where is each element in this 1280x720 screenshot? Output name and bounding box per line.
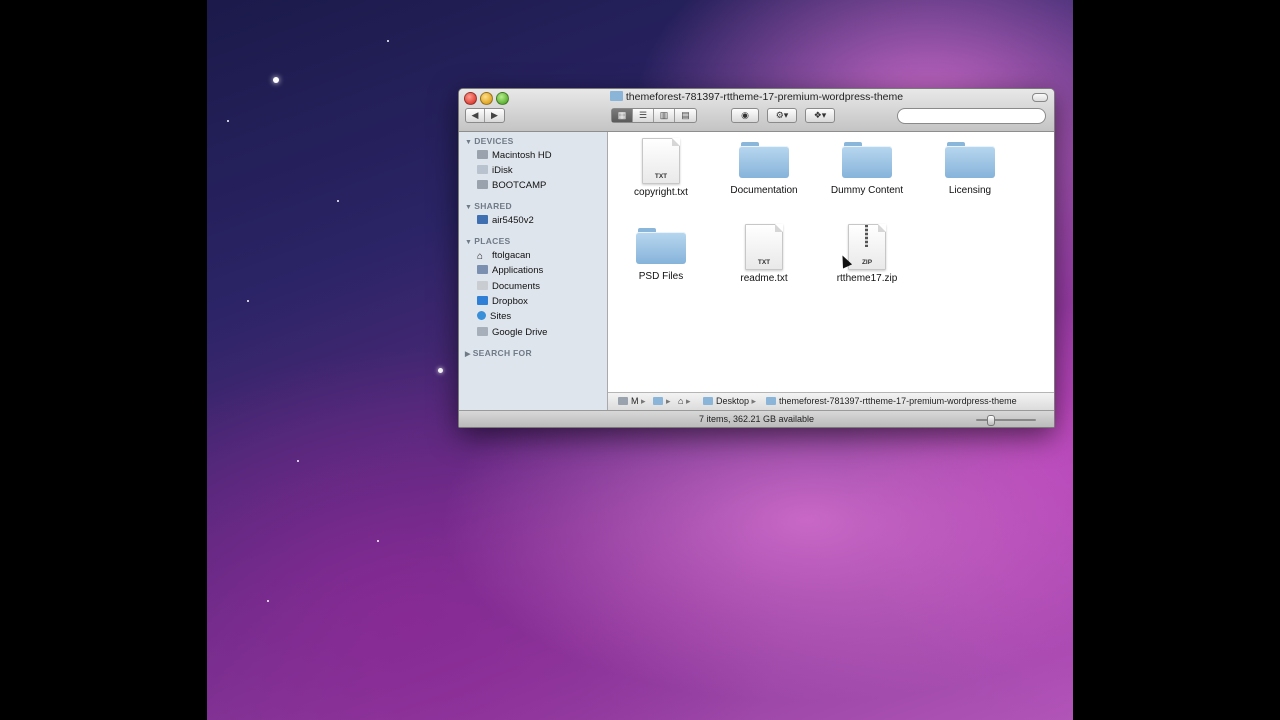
grid-icon: ▦ [617,110,627,120]
file-icon-view: TXT copyright.txt Documentation Dummy Co… [608,132,1054,392]
sidebar-item-google-drive[interactable]: Google Drive [477,325,605,340]
hard-drive-icon [477,180,488,189]
gear-icon: ⚙▾ [775,110,789,120]
file-item-rttheme17-zip[interactable]: ZIP rttheme17.zip [819,224,915,284]
chevron-right-icon: ▶ [491,110,498,120]
documents-folder-icon [477,281,488,290]
star [297,460,299,462]
sidebar-item-bootcamp[interactable]: BOOTCAMP [477,178,605,193]
file-item-psd-files[interactable]: PSD Files [613,226,709,282]
star [377,540,379,542]
screen-border [1073,0,1280,720]
view-mode-buttons: ▦ ☰ ▥ ▤ [611,108,697,123]
folder-icon [766,397,776,405]
path-crumb-desktop[interactable]: Desktop ▸ [703,393,756,410]
folder-icon [477,327,488,336]
disclosure-triangle-icon: ▼ [465,139,473,146]
forward-button[interactable]: ▶ [485,109,504,122]
file-item-licensing[interactable]: Licensing [922,140,1018,196]
sidebar-item-documents[interactable]: Documents [477,279,605,294]
star [387,40,389,42]
folder-icon [739,140,789,178]
file-item-documentation[interactable]: Documentation [716,140,812,196]
window-title-bar: themeforest-781397-rttheme-17-premium-wo… [459,91,1054,103]
status-bar: 7 items, 362.21 GB available [459,410,1054,427]
star [273,77,279,83]
path-crumb-current-folder[interactable]: themeforest-781397-rttheme-17-premium-wo… [766,393,1017,410]
icon-size-slider[interactable] [976,419,1036,421]
column-view-button[interactable]: ▥ [654,109,675,122]
star [337,200,339,202]
sidebar-item-idisk[interactable]: iDisk [477,163,605,178]
status-text: 7 items, 362.21 GB available [698,414,815,424]
sidebar-section-shared[interactable]: ▼ SHARED [465,201,512,211]
dropbox-menu-button[interactable]: ❖▾ [805,108,835,123]
text-document-icon: TXT [642,138,680,184]
path-crumb-disk[interactable]: M ▸ [618,393,646,410]
search-input[interactable] [897,108,1046,124]
hard-drive-icon [477,150,488,159]
action-menu-button[interactable]: ⚙▾ [767,108,797,123]
icon-size-slider-knob[interactable] [987,415,995,426]
sidebar-section-devices[interactable]: ▼ DEVICES [465,136,514,146]
disclosure-triangle-collapsed-icon: ▶ [465,351,471,358]
hard-drive-icon [618,397,628,405]
window-toolbar: themeforest-781397-rttheme-17-premium-wo… [459,89,1054,132]
globe-icon [477,311,486,320]
disclosure-triangle-icon: ▼ [465,239,473,246]
path-crumb-folder[interactable]: ▸ [653,393,671,410]
dropbox-icon [477,296,488,305]
star [267,600,269,602]
sidebar-section-search-for[interactable]: ▶ SEARCH FOR [465,348,532,358]
path-bar: M ▸ ▸ ⌂ ▸ Desktop ▸ themeforest-781397-r… [608,392,1054,410]
toolbar-toggle-button[interactable] [1032,93,1048,102]
home-icon: ⌂ [477,251,484,262]
folder-icon [703,397,713,405]
folder-icon [653,397,663,405]
sidebar-item-ftolgacan[interactable]: ⌂ ftolgacan [477,248,605,263]
computer-icon [477,215,488,224]
sidebar-item-macintosh-hd[interactable]: Macintosh HD [477,148,605,163]
icon-view-button[interactable]: ▦ [612,109,633,122]
columns-icon: ▥ [659,110,669,120]
eye-icon: ◉ [741,110,749,120]
back-button[interactable]: ◀ [466,109,485,122]
folder-icon [842,140,892,178]
star [247,300,249,302]
disclosure-triangle-icon: ▼ [465,204,473,211]
text-document-icon: TXT [745,224,783,270]
star [438,368,443,373]
file-item-dummy-content[interactable]: Dummy Content [819,140,915,196]
path-crumb-home[interactable]: ⌂ ▸ [678,393,690,410]
chevron-left-icon: ◀ [471,110,479,120]
folder-icon [609,91,623,101]
sidebar-item-dropbox[interactable]: Dropbox [477,294,605,309]
folder-icon [945,140,995,178]
coverflow-view-button[interactable]: ▤ [675,109,696,122]
file-item-readme-txt[interactable]: TXT readme.txt [716,224,812,284]
sidebar-item-applications[interactable]: Applications [477,263,605,278]
idisk-icon [477,165,488,174]
dropbox-icon: ❖▾ [813,110,827,120]
finder-window[interactable]: themeforest-781397-rttheme-17-premium-wo… [458,88,1055,428]
sidebar-section-places[interactable]: ▼ PLACES [465,236,511,246]
sidebar: ▼ DEVICES Macintosh HD iDisk BOOTCAMP ▼ SH… [459,132,608,410]
navigation-buttons: ◀ ▶ [465,108,505,123]
sidebar-item-sites[interactable]: Sites [477,309,605,324]
sidebar-item-air5450v2[interactable]: air5450v2 [477,213,605,228]
quick-look-button[interactable]: ◉ [731,108,759,123]
applications-icon [477,265,488,274]
star [227,120,229,122]
window-title: themeforest-781397-rttheme-17-premium-wo… [625,91,904,103]
home-icon: ⌂ [678,396,684,406]
file-item-copyright-txt[interactable]: TXT copyright.txt [613,138,709,198]
coverflow-icon: ▤ [681,110,690,120]
folder-icon [636,226,686,264]
list-icon: ☰ [638,110,648,120]
zip-archive-icon: ZIP [848,224,886,270]
list-view-button[interactable]: ☰ [633,109,654,122]
